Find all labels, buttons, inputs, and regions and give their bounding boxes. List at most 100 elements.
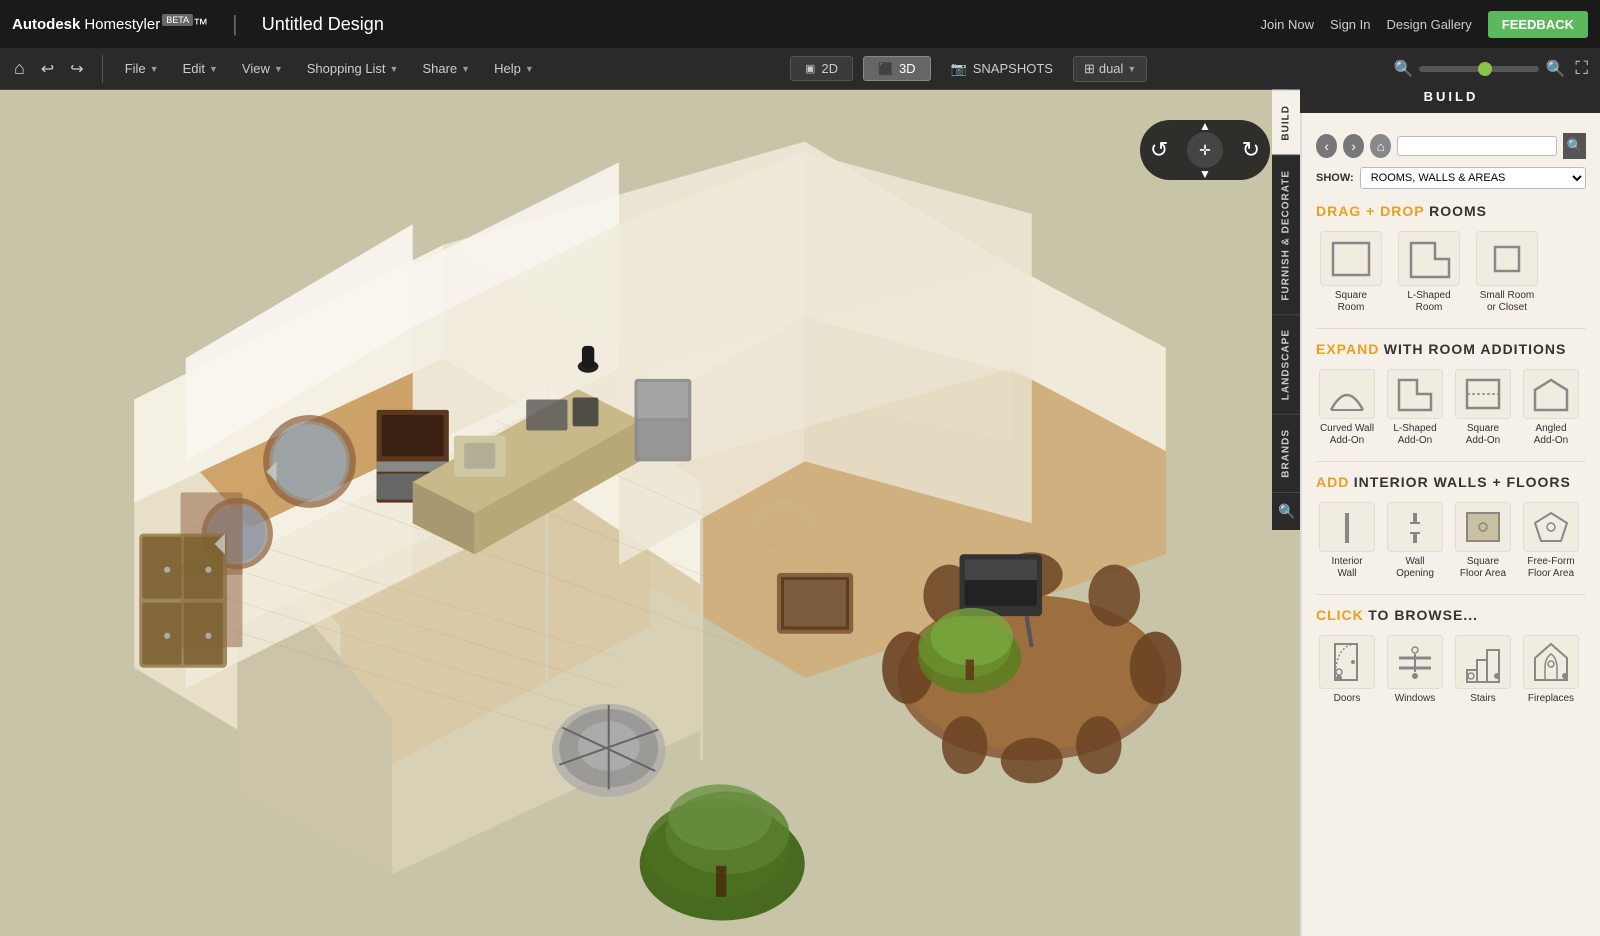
undo-button[interactable]: ↩ bbox=[35, 55, 60, 83]
doors-label: Doors bbox=[1334, 693, 1361, 705]
rotate-left-button[interactable]: ↺ bbox=[1150, 137, 1168, 163]
angled-addon-item[interactable]: AngledAdd-On bbox=[1520, 369, 1582, 447]
angled-addon-icon bbox=[1523, 369, 1579, 419]
interior-wall-item[interactable]: InteriorWall bbox=[1316, 502, 1378, 580]
wall-opening-label: WallOpening bbox=[1396, 556, 1434, 580]
expand-highlight: EXPAND bbox=[1316, 341, 1379, 357]
wall-opening-item[interactable]: WallOpening bbox=[1384, 502, 1446, 580]
interior-walls-header: ADD INTERIOR WALLS + FLOORS bbox=[1316, 474, 1586, 492]
add-normal: INTERIOR WALLS + FLOORS bbox=[1354, 474, 1571, 490]
help-menu[interactable]: Help ▼ bbox=[484, 57, 544, 80]
floor-plan-canvas[interactable] bbox=[0, 90, 1300, 936]
share-menu[interactable]: Share ▼ bbox=[412, 57, 480, 80]
pan-down-button[interactable]: ▼ bbox=[1199, 168, 1211, 180]
snapshots-button[interactable]: 📷 SNAPSHOTS bbox=[941, 57, 1063, 81]
browse-section: CLICK TO BROWSE... bbox=[1316, 607, 1586, 705]
l-shaped-room-label: L-ShapedRoom bbox=[1407, 290, 1450, 314]
canvas-area[interactable]: ↺ ▲ ✛ ▼ ↻ bbox=[0, 90, 1300, 936]
file-menu[interactable]: File ▼ bbox=[115, 57, 169, 80]
toolbar-separator bbox=[102, 55, 103, 83]
view-menu[interactable]: View ▼ bbox=[232, 57, 293, 80]
square-room-label: SquareRoom bbox=[1335, 290, 1367, 314]
small-room-item[interactable]: Small Roomor Closet bbox=[1472, 231, 1542, 314]
tab-landscape[interactable]: LANDSCAPE bbox=[1272, 314, 1300, 414]
tab-brands[interactable]: BRANDS bbox=[1272, 414, 1300, 492]
product-name: HomestylerBETA™ bbox=[84, 15, 208, 33]
show-dropdown[interactable]: ROOMS, WALLS & AREAS ALL ROOMS ONLY bbox=[1360, 167, 1586, 189]
2d-icon: ▣ bbox=[805, 62, 815, 75]
zoom-out-button[interactable]: 🔍 bbox=[1394, 59, 1414, 79]
stairs-label: Stairs bbox=[1470, 693, 1496, 705]
fireplaces-item[interactable]: Fireplaces bbox=[1520, 635, 1582, 705]
right-panel: BUILD ‹ › ⌂ 🔍 SHOW: ROOMS, WALLS & AREAS… bbox=[1300, 90, 1600, 936]
panel-home-button[interactable]: ⌂ bbox=[1370, 134, 1391, 158]
vertical-tabs-container: BUILD FURNISH & DECORATE LANDSCAPE BRAND… bbox=[1272, 90, 1300, 530]
freeform-floor-item[interactable]: Free-FormFloor Area bbox=[1520, 502, 1582, 580]
browse-header: CLICK TO BROWSE... bbox=[1316, 607, 1586, 625]
3d-icon: ⬛ bbox=[878, 62, 893, 76]
panel-forward-button[interactable]: › bbox=[1343, 134, 1364, 158]
zoom-in-button[interactable]: 🔍 bbox=[1545, 59, 1565, 79]
curved-wall-item[interactable]: Curved WallAdd-On bbox=[1316, 369, 1378, 447]
doors-icon bbox=[1319, 635, 1375, 689]
sign-in-link[interactable]: Sign In bbox=[1330, 17, 1370, 32]
title-separator: | bbox=[232, 11, 238, 37]
l-shaped-room-item[interactable]: L-ShapedRoom bbox=[1394, 231, 1464, 314]
fullscreen-button[interactable]: ⛶ bbox=[1571, 54, 1592, 83]
build-panel-content: ‹ › ⌂ 🔍 SHOW: ROOMS, WALLS & AREAS ALL R… bbox=[1302, 123, 1600, 936]
navigation-controls: ↺ ▲ ✛ ▼ ↻ bbox=[1140, 110, 1270, 190]
square-addon-item[interactable]: SquareAdd-On bbox=[1452, 369, 1514, 447]
square-floor-item[interactable]: SquareFloor Area bbox=[1452, 502, 1514, 580]
title-bar-right: Join Now Sign In Design Gallery FEEDBACK bbox=[1261, 11, 1588, 38]
view-2d-button[interactable]: ▣ 2D bbox=[790, 56, 853, 81]
panel-search-submit[interactable]: 🔍 bbox=[1563, 133, 1586, 159]
feedback-button[interactable]: FEEDBACK bbox=[1488, 11, 1588, 38]
add-highlight: ADD bbox=[1316, 474, 1349, 490]
l-shaped-addon-item[interactable]: L-ShapedAdd-On bbox=[1384, 369, 1446, 447]
stairs-item[interactable]: Stairs bbox=[1452, 635, 1514, 705]
panel-search-input[interactable] bbox=[1397, 136, 1557, 156]
square-addon-label: SquareAdd-On bbox=[1466, 423, 1500, 447]
doors-item[interactable]: Doors bbox=[1316, 635, 1378, 705]
join-now-link[interactable]: Join Now bbox=[1261, 17, 1314, 32]
title-bar-left: Autodesk HomestylerBETA™ | Untitled Desi… bbox=[12, 11, 384, 37]
design-title: Untitled Design bbox=[262, 14, 384, 35]
dual-icon: ⊞ bbox=[1084, 61, 1095, 77]
panel-search-icon-button[interactable]: 🔍 bbox=[1272, 492, 1300, 530]
click-highlight: CLICK bbox=[1316, 607, 1364, 623]
small-room-icon bbox=[1476, 231, 1538, 286]
tab-furnish-decorate[interactable]: FURNISH & DECORATE bbox=[1272, 155, 1300, 315]
interior-walls-grid: InteriorWall WallOpening bbox=[1316, 502, 1586, 580]
browse-grid: Doors Windows bbox=[1316, 635, 1586, 705]
show-row: SHOW: ROOMS, WALLS & AREAS ALL ROOMS ONL… bbox=[1316, 167, 1586, 189]
panel-divider-2 bbox=[1316, 461, 1586, 462]
drag-drop-rooms-grid: SquareRoom L-ShapedRoom bbox=[1316, 231, 1586, 314]
design-gallery-link[interactable]: Design Gallery bbox=[1387, 17, 1472, 32]
panel-back-button[interactable]: ‹ bbox=[1316, 134, 1337, 158]
edit-menu[interactable]: Edit ▼ bbox=[173, 57, 228, 80]
square-room-item[interactable]: SquareRoom bbox=[1316, 231, 1386, 314]
tab-build[interactable]: BUILD bbox=[1272, 90, 1300, 155]
home-button[interactable]: ⌂ bbox=[8, 54, 31, 83]
zoom-bar[interactable] bbox=[1419, 66, 1539, 72]
brand-name: Autodesk bbox=[12, 16, 80, 33]
nav-center-target[interactable]: ✛ bbox=[1187, 132, 1223, 168]
redo-button[interactable]: ↪ bbox=[64, 55, 89, 83]
drag-drop-rooms-header: DRAG + DROP ROOMS bbox=[1316, 203, 1586, 221]
windows-item[interactable]: Windows bbox=[1384, 635, 1446, 705]
freeform-floor-label: Free-FormFloor Area bbox=[1527, 556, 1574, 580]
l-shaped-addon-label: L-ShapedAdd-On bbox=[1393, 423, 1436, 447]
view-3d-button[interactable]: ⬛ 3D bbox=[863, 56, 931, 81]
pan-up-button[interactable]: ▲ bbox=[1199, 120, 1211, 132]
expand-rooms-section: EXPAND WITH ROOM ADDITIONS Curved WallAd… bbox=[1316, 341, 1586, 447]
zoom-indicator bbox=[1478, 62, 1492, 76]
rotate-right-button[interactable]: ↻ bbox=[1242, 137, 1260, 163]
dual-button[interactable]: ⊞ dual ▼ bbox=[1073, 56, 1147, 82]
interior-wall-icon bbox=[1319, 502, 1375, 552]
angled-addon-label: AngledAdd-On bbox=[1534, 423, 1568, 447]
nav-ring: ↺ ▲ ✛ ▼ ↻ bbox=[1140, 120, 1270, 180]
windows-icon bbox=[1387, 635, 1443, 689]
shopping-list-menu[interactable]: Shopping List ▼ bbox=[297, 57, 409, 80]
fireplaces-label: Fireplaces bbox=[1528, 693, 1574, 705]
expand-rooms-grid: Curved WallAdd-On L-ShapedAdd-On bbox=[1316, 369, 1586, 447]
